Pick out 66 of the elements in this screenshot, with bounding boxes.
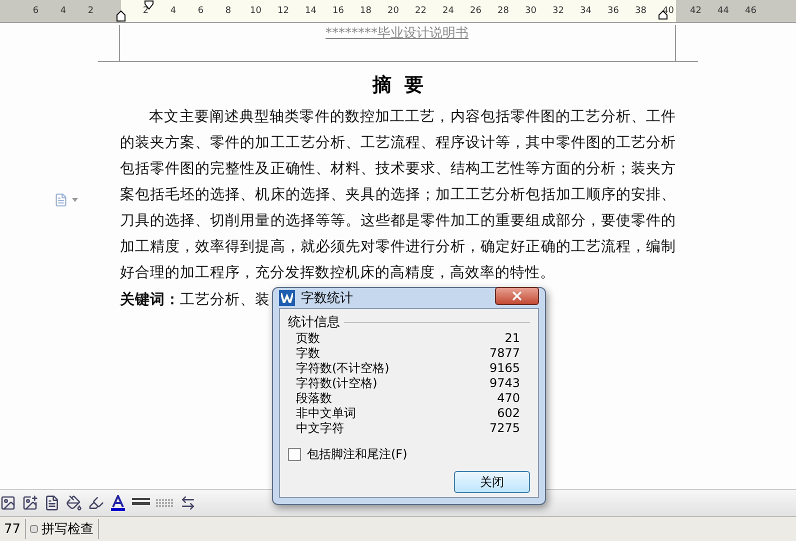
ruler-number: 22 — [415, 6, 426, 16]
ruler-number: 28 — [498, 6, 509, 16]
group-title: 统计信息 — [288, 314, 340, 331]
stat-value: 7275 — [489, 421, 520, 436]
ruler-number: 12 — [278, 6, 289, 16]
ruler-number: 32 — [552, 6, 564, 16]
ruler-number: 40 — [662, 6, 674, 16]
ruler-number: 18 — [360, 6, 372, 16]
keywords-text: 工艺分析、装 — [180, 291, 270, 308]
ruler-number: 34 — [580, 6, 592, 16]
ruler-number: 2 — [88, 6, 94, 16]
stat-value: 470 — [497, 391, 520, 406]
app-logo-icon — [279, 290, 295, 306]
close-icon — [510, 289, 524, 303]
ruler-number: 42 — [690, 6, 702, 16]
ruler-number: 4 — [60, 6, 66, 16]
dialog-title: 字数统计 — [301, 290, 354, 307]
font-color-icon[interactable] — [110, 495, 126, 511]
ruler-number: 10 — [250, 6, 262, 16]
stat-value: 9743 — [489, 376, 520, 391]
page-header: ********毕业设计说明书 — [326, 25, 468, 43]
fill-bucket-icon[interactable] — [66, 495, 82, 511]
stat-label: 字符数(计空格) — [296, 376, 378, 391]
ruler-number: 14 — [305, 6, 316, 16]
ruler-number: 8 — [225, 6, 232, 16]
stat-label: 中文字符 — [296, 421, 344, 436]
ruler-number: 24 — [442, 6, 454, 16]
pen-icon[interactable] — [88, 495, 104, 511]
ruler-number: 16 — [332, 6, 344, 16]
ruler-number: 20 — [388, 6, 399, 16]
arrow-style-icon[interactable] — [180, 495, 196, 511]
ruler-number: 38 — [635, 6, 646, 16]
ruler-number: 2 — [142, 6, 149, 16]
ruler-number: 44 — [718, 6, 729, 16]
ruler-number: 6 — [198, 6, 204, 16]
checkbox[interactable] — [288, 448, 301, 461]
stat-value: 9165 — [489, 361, 520, 376]
stat-label: 非中文单词 — [296, 406, 356, 421]
abstract-title: 摘 要 — [372, 73, 424, 98]
picture-icon[interactable] — [0, 495, 16, 511]
close-dialog-button[interactable]: 关闭 — [454, 471, 530, 493]
text-box-icon[interactable] — [44, 495, 60, 511]
stat-value: 602 — [497, 406, 520, 421]
body-paragraph: 本文主要阐述典型轴类零件的数控加工工艺，内容包括零件图的工艺分析、工件的装夹方案、零件的加工工艺分析、工艺流程、程序设计等，其中零件图的工艺分析包括零件图的完整性及正确性、材料、技术要求、结构工艺性等方面的分析；装夹方案包括毛坯的选择、机床的选择、夹具的选择；加工工艺分析包括加工顺序的安排、刀具的选择、切削用量的选择等等。这些都是零件加工的重要组成部分，要使零件的加工精度，效率得到提高，就必须先对零件进行分析，确定好正确的工艺流程，编制好合理的加工程序，充分发挥数控机床的高精度，高效率的特性。 — [120, 107, 676, 283]
dash-style-icon[interactable] — [156, 497, 174, 509]
checkbox-label: 包括脚注和尾注(F) — [307, 446, 408, 463]
indent-marker[interactable] — [116, 10, 126, 22]
picture-icon[interactable] — [22, 495, 38, 511]
stat-label: 字数 — [296, 346, 320, 361]
status-text: 77 — [0, 519, 26, 539]
ruler-number: 30 — [525, 6, 536, 16]
ruler-number: 36 — [608, 6, 619, 16]
keywords-label: 关键词： — [120, 291, 180, 308]
ruler-number: 26 — [470, 6, 482, 16]
ruler-number: 4 — [170, 6, 176, 16]
ruler-number: 6 — [32, 6, 39, 16]
stat-label: 页数 — [296, 331, 320, 346]
paragraph-icon[interactable] — [54, 193, 78, 207]
status-icon — [30, 525, 38, 533]
stat-value: 7877 — [489, 346, 520, 361]
spell-check-button[interactable]: 拼写检查 — [26, 519, 99, 539]
stat-label: 字符数(不计空格) — [296, 361, 390, 376]
ruler-number: 46 — [745, 6, 756, 16]
stat-value: 21 — [504, 331, 520, 346]
stat-label: 段落数 — [296, 391, 332, 406]
close-button[interactable] — [495, 287, 539, 305]
